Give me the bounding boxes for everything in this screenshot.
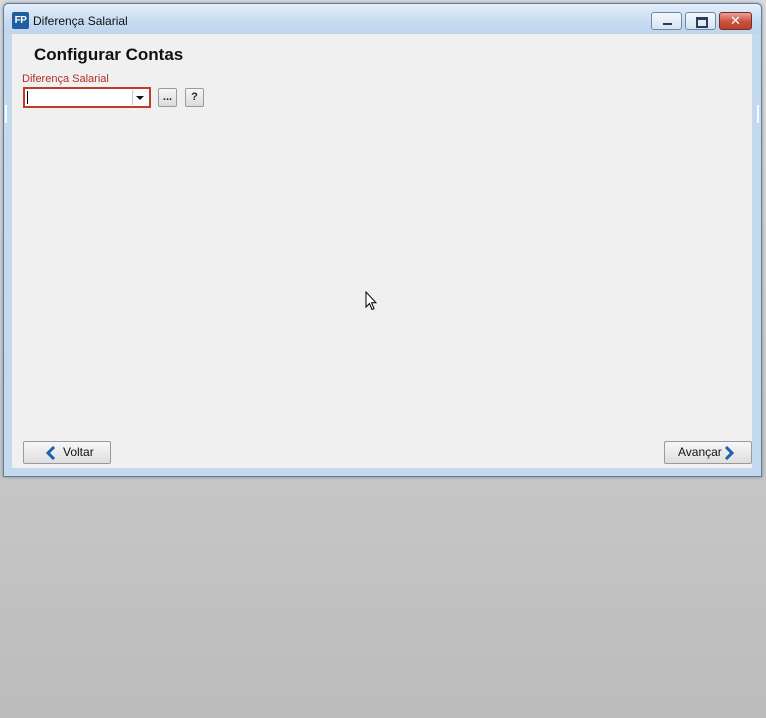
next-button[interactable]: Avançar [664, 441, 752, 464]
wizard-panel: Configurar Contas Diferença Salarial ...… [12, 34, 752, 468]
minimize-button[interactable] [651, 12, 682, 30]
mouse-pointer-icon [365, 290, 378, 314]
right-resize-grip[interactable] [757, 105, 759, 123]
close-button[interactable]: ✕ [719, 12, 752, 30]
close-icon: ✕ [730, 13, 741, 28]
left-resize-grip[interactable] [5, 105, 7, 123]
chevron-down-icon[interactable] [132, 90, 148, 105]
app-icon: FP [12, 12, 29, 29]
title-bar[interactable]: FP Diferença Salarial ✕ [4, 4, 761, 34]
chevron-right-icon [724, 446, 735, 460]
back-button-label: Voltar [63, 445, 94, 459]
diferenca-salarial-label: Diferença Salarial [22, 73, 109, 85]
back-button[interactable]: Voltar [23, 441, 111, 464]
chevron-left-icon [45, 446, 56, 460]
text-caret [27, 91, 28, 104]
browse-button[interactable]: ... [158, 88, 177, 107]
diferenca-salarial-combobox[interactable] [23, 87, 151, 108]
next-button-label: Avançar [678, 445, 722, 459]
diferenca-salarial-input[interactable] [26, 90, 132, 105]
help-button[interactable]: ? [185, 88, 204, 107]
window-title: Diferença Salarial [33, 14, 128, 28]
page-title: Configurar Contas [34, 45, 184, 64]
app-window: FP Diferença Salarial ✕ Configurar Conta… [3, 3, 762, 477]
maximize-button[interactable] [685, 12, 716, 30]
